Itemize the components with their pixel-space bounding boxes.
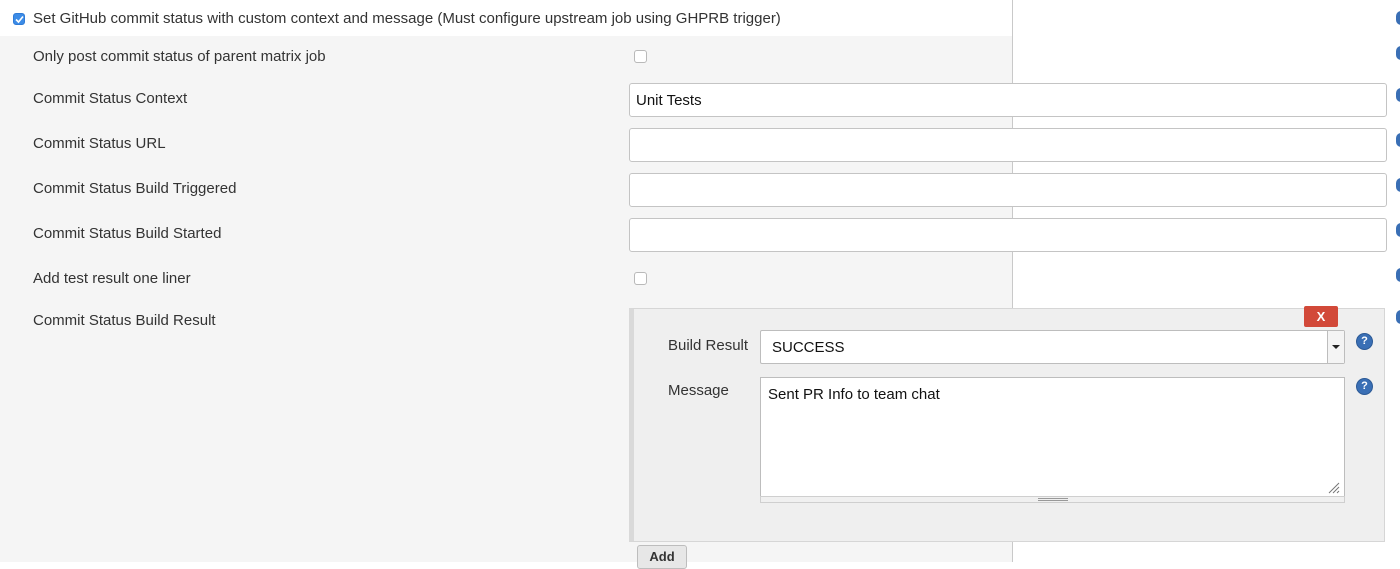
build-result-label: Build Result	[668, 337, 749, 354]
check-icon	[15, 15, 24, 24]
help-icon[interactable]: ?	[1356, 378, 1373, 395]
commit-status-enable-label: Set GitHub commit status with custom con…	[33, 10, 781, 27]
dropdown-button[interactable]	[1327, 331, 1344, 363]
help-icon[interactable]	[1396, 11, 1400, 25]
commit-status-enable-checkbox[interactable]	[13, 13, 25, 25]
help-icon[interactable]	[1396, 268, 1400, 282]
commit-status-url-label: Commit Status URL	[33, 135, 166, 152]
delete-entry-button[interactable]: X	[1304, 306, 1338, 327]
message-textarea[interactable]: Sent PR Info to team chat	[760, 377, 1345, 497]
test-result-one-liner-checkbox[interactable]	[634, 272, 647, 285]
build-result-section-label: Commit Status Build Result	[33, 312, 216, 329]
help-icon[interactable]: ?	[1356, 333, 1373, 350]
help-icon[interactable]	[1396, 223, 1400, 237]
chevron-down-icon	[1332, 345, 1340, 349]
help-icon[interactable]	[1396, 178, 1400, 192]
textarea-expand-bar[interactable]	[760, 496, 1345, 503]
commit-status-context-label: Commit Status Context	[33, 90, 188, 107]
test-result-one-liner-label: Add test result one liner	[33, 270, 191, 287]
help-icon[interactable]	[1396, 133, 1400, 147]
build-result-select[interactable]: SUCCESS	[760, 330, 1345, 364]
commit-status-context-input[interactable]	[629, 83, 1387, 117]
build-started-input[interactable]	[629, 218, 1387, 252]
resize-grip-icon[interactable]	[1326, 480, 1340, 494]
help-icon[interactable]	[1396, 46, 1400, 60]
commit-status-url-input[interactable]	[629, 128, 1387, 162]
build-triggered-label: Commit Status Build Triggered	[33, 180, 237, 197]
build-triggered-input[interactable]	[629, 173, 1387, 207]
message-label: Message	[668, 382, 729, 399]
help-icon[interactable]	[1396, 310, 1400, 324]
add-entry-button[interactable]: Add	[637, 545, 687, 569]
help-icon[interactable]	[1396, 88, 1400, 102]
drag-handle-icon	[1038, 498, 1068, 501]
build-result-selected-value: SUCCESS	[772, 339, 845, 356]
only-parent-matrix-label: Only post commit status of parent matrix…	[33, 48, 326, 65]
build-started-label: Commit Status Build Started	[33, 225, 222, 242]
only-parent-matrix-checkbox[interactable]	[634, 50, 647, 63]
